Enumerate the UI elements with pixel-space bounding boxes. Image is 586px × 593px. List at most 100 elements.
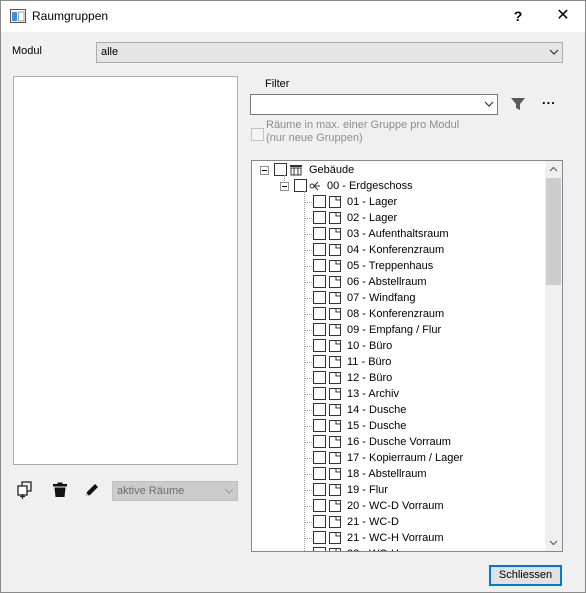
group-list[interactable] — [13, 76, 238, 465]
tree-row-room[interactable]: 14 - Dusche — [252, 402, 542, 418]
collapse-toggle[interactable] — [280, 182, 289, 191]
tree-row-room[interactable]: 21 - WC-H Vorraum — [252, 530, 542, 546]
tree-checkbox[interactable] — [313, 387, 326, 400]
hierarchy-icon — [309, 181, 320, 191]
tree-connector — [304, 490, 312, 491]
tree-row-room[interactable]: 20 - WC-D Vorraum — [252, 498, 542, 514]
tree-label-room: 13 - Archiv — [347, 388, 399, 400]
close-button[interactable]: Schliessen — [489, 565, 562, 586]
title-bar: Raumgruppen ? ✕ — [1, 1, 585, 32]
room-scope-dropdown[interactable]: aktive Räume — [112, 481, 238, 501]
modul-dropdown[interactable]: alle — [96, 42, 563, 63]
tree-checkbox[interactable] — [313, 195, 326, 208]
tree-row-room[interactable]: 12 - Büro — [252, 370, 542, 386]
tree-connector — [304, 426, 312, 427]
tree-label-room: 21 - WC-D — [347, 516, 399, 528]
tree-row-room[interactable]: 15 - Dusche — [252, 418, 542, 434]
tree-connector — [304, 522, 312, 523]
tree-checkbox[interactable] — [313, 499, 326, 512]
tree-row-room[interactable]: 11 - Büro — [252, 354, 542, 370]
tree-checkbox[interactable] — [313, 339, 326, 352]
tree-label-room: 21 - WC-H Vorraum — [347, 532, 444, 544]
tree-row-room[interactable]: 08 - Konferenzraum — [252, 306, 542, 322]
tree-row-room[interactable]: 10 - Büro — [252, 338, 542, 354]
single-group-checkbox[interactable] — [251, 128, 264, 141]
tree-label-room: 10 - Büro — [347, 340, 393, 352]
room-icon — [329, 404, 341, 416]
funnel-icon[interactable] — [510, 96, 526, 112]
tree-checkbox[interactable] — [313, 259, 326, 272]
room-icon — [329, 468, 341, 480]
tree-checkbox[interactable] — [313, 211, 326, 224]
tree-connector — [304, 362, 312, 363]
dialog-window: Raumgruppen ? ✕ Modul alle Filter ... Rä… — [0, 0, 586, 593]
tree-checkbox[interactable] — [274, 163, 287, 176]
tree-checkbox[interactable] — [313, 243, 326, 256]
vertical-scrollbar[interactable] — [545, 161, 562, 551]
tree-connector — [304, 314, 312, 315]
tree-row-room[interactable]: 18 - Abstellraum — [252, 466, 542, 482]
tree-checkbox[interactable] — [313, 291, 326, 304]
more-options-button[interactable]: ... — [542, 93, 560, 111]
tree-checkbox[interactable] — [313, 371, 326, 384]
filter-input[interactable] — [250, 94, 498, 115]
tree-label-room: 18 - Abstellraum — [347, 468, 427, 480]
tree-row-room[interactable]: 09 - Empfang / Flur — [252, 322, 542, 338]
tree-checkbox[interactable] — [313, 515, 326, 528]
tree-connector — [304, 298, 312, 299]
tree-connector — [304, 474, 312, 475]
tree-row-room[interactable]: 01 - Lager — [252, 194, 542, 210]
tree-row-room[interactable]: 05 - Treppenhaus — [252, 258, 542, 274]
new-group-icon[interactable] — [16, 481, 34, 499]
tree-row-floor[interactable]: 00 - Erdgeschoss — [252, 178, 542, 194]
tree-connector — [304, 410, 312, 411]
tree-checkbox[interactable] — [313, 227, 326, 240]
tree-row-room[interactable]: 22 - WC-H — [252, 546, 542, 551]
tree-row-room[interactable]: 04 - Konferenzraum — [252, 242, 542, 258]
tree-row-room[interactable]: 19 - Flur — [252, 482, 542, 498]
tree-checkbox[interactable] — [313, 531, 326, 544]
scrollbar-thumb[interactable] — [546, 178, 561, 285]
tree-checkbox[interactable] — [313, 275, 326, 288]
tree-label-root: Gebäude — [309, 164, 355, 176]
tree-row-room[interactable]: 21 - WC-D — [252, 514, 542, 530]
tree-label-room: 17 - Kopierraum / Lager — [347, 452, 464, 464]
tree-row-room[interactable]: 17 - Kopierraum / Lager — [252, 450, 542, 466]
close-window-button[interactable]: ✕ — [546, 4, 580, 28]
modul-selected-value: alle — [101, 46, 119, 58]
tree-row-room[interactable]: 03 - Aufenthaltsraum — [252, 226, 542, 242]
single-group-label-line2: (nur neue Gruppen) — [266, 132, 363, 144]
tree-checkbox[interactable] — [294, 179, 307, 192]
tree-row-room[interactable]: 16 - Dusche Vorraum — [252, 434, 542, 450]
pencil-icon[interactable] — [83, 481, 101, 499]
tree-row-room[interactable]: 13 - Archiv — [252, 386, 542, 402]
tree-checkbox[interactable] — [313, 467, 326, 480]
tree-checkbox[interactable] — [313, 403, 326, 416]
tree-connector — [304, 282, 312, 283]
tree-checkbox[interactable] — [313, 547, 326, 551]
tree-checkbox[interactable] — [313, 419, 326, 432]
tree-row-room[interactable]: 07 - Windfang — [252, 290, 542, 306]
trash-icon[interactable] — [51, 481, 69, 499]
room-icon — [329, 244, 341, 256]
room-icon — [329, 484, 341, 496]
collapse-toggle[interactable] — [260, 166, 269, 175]
room-tree[interactable]: Gebäude 00 - Erdgeschoss 01 - Lager 02 - … — [251, 160, 563, 552]
tree-row-root[interactable]: Gebäude — [252, 162, 542, 178]
tree-row-room[interactable]: 06 - Abstellraum — [252, 274, 542, 290]
tree-checkbox[interactable] — [313, 355, 326, 368]
scroll-down-icon[interactable] — [545, 534, 562, 551]
tree-checkbox[interactable] — [313, 323, 326, 336]
tree-connector — [304, 442, 312, 443]
tree-checkbox[interactable] — [313, 435, 326, 448]
help-button[interactable]: ? — [503, 4, 533, 28]
tree-connector — [304, 266, 312, 267]
tree-row-room[interactable]: 02 - Lager — [252, 210, 542, 226]
tree-connector — [304, 202, 312, 203]
tree-checkbox[interactable] — [313, 483, 326, 496]
tree-checkbox[interactable] — [313, 307, 326, 320]
tree-label-room: 04 - Konferenzraum — [347, 244, 445, 256]
scroll-up-icon[interactable] — [545, 161, 562, 178]
tree-checkbox[interactable] — [313, 451, 326, 464]
tree-label-room: 12 - Büro — [347, 372, 393, 384]
